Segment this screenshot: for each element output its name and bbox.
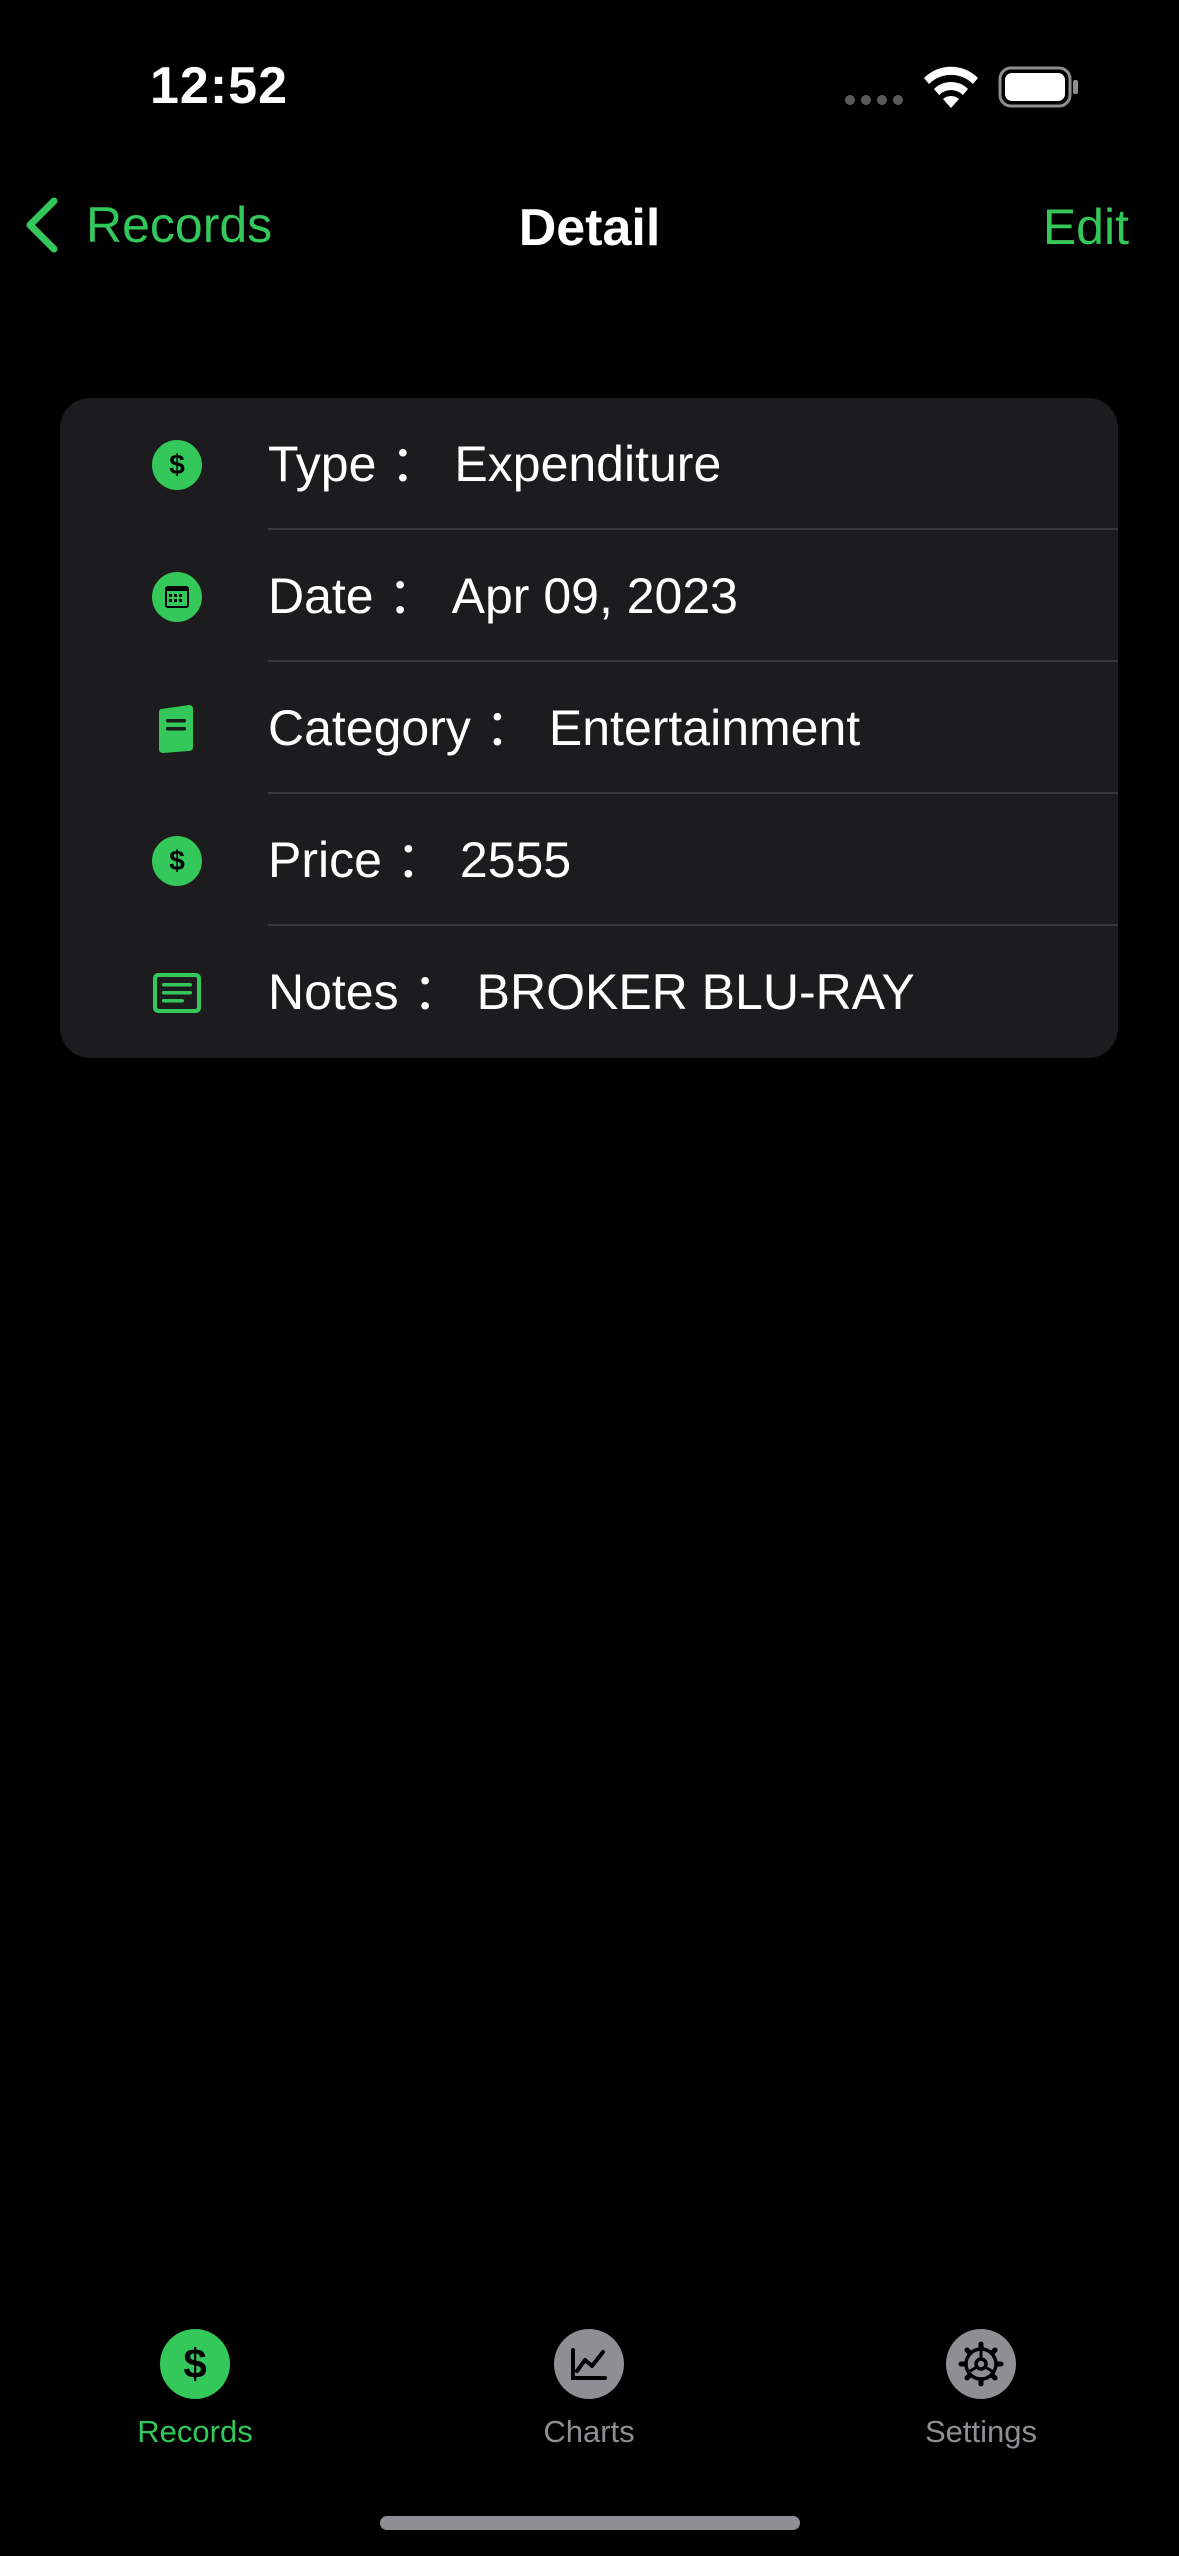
detail-value-date: Apr 09, 2023: [451, 568, 738, 624]
tab-settings[interactable]: Settings: [861, 2328, 1101, 2450]
tab-settings-label: Settings: [924, 2414, 1037, 2449]
home-indicator[interactable]: [380, 2516, 800, 2530]
navigation-bar: Records Detail Edit: [0, 170, 1179, 285]
tab-records[interactable]: $ Records: [75, 2328, 315, 2450]
detail-row-notes: Notes： BROKER BLU-RAY: [60, 926, 1118, 1058]
detail-label-date: Date: [268, 568, 374, 624]
detail-row-price: $ Price： 2555: [60, 794, 1118, 926]
page-title: Detail: [518, 199, 661, 257]
tab-charts-label: Charts: [543, 2414, 635, 2449]
detail-separator: ：: [387, 568, 438, 624]
detail-row-date: Date： Apr 09, 2023: [60, 530, 1118, 662]
calendar-circle-icon: [152, 572, 202, 622]
gear-circle-icon: [946, 2329, 1016, 2399]
tab-records-label: Records: [137, 2414, 253, 2449]
detail-separator: ：: [484, 700, 535, 756]
cellular-signal-icon: [845, 95, 903, 105]
svg-text:$: $: [169, 449, 185, 480]
tab-bar: $ Records Charts Settings: [0, 2300, 1179, 2556]
detail-value-category: Entertainment: [548, 700, 861, 756]
detail-label-price: Price: [268, 832, 382, 888]
tab-charts[interactable]: Charts: [469, 2328, 709, 2450]
chart-circle-icon: [554, 2329, 624, 2399]
dollar-circle-icon: $: [152, 440, 202, 490]
detail-separator: ：: [395, 832, 446, 888]
detail-label-type: Type: [268, 436, 377, 492]
svg-text:$: $: [183, 2340, 206, 2387]
status-bar: 12:52: [0, 0, 1179, 170]
battery-icon: [998, 66, 1078, 108]
detail-card: $ Type： Expenditure Date： Apr 09, 2023 C…: [60, 398, 1118, 1058]
status-time: 12:52: [150, 57, 288, 115]
svg-text:$: $: [169, 845, 185, 876]
detail-row-category: Category： Entertainment: [60, 662, 1118, 794]
detail-row-type: $ Type： Expenditure: [60, 398, 1118, 530]
detail-separator: ：: [390, 436, 441, 492]
detail-label-category: Category: [268, 700, 471, 756]
detail-value-notes: BROKER BLU-RAY: [476, 964, 915, 1020]
wifi-icon: [924, 66, 978, 108]
dollar-circle-icon: $: [152, 836, 202, 886]
note-icon: [153, 973, 201, 1013]
detail-value-price: 2555: [459, 832, 572, 888]
edit-button[interactable]: Edit: [1043, 198, 1129, 256]
detail-separator: ：: [412, 964, 463, 1020]
document-icon: [159, 705, 193, 753]
detail-value-type: Expenditure: [454, 436, 722, 492]
detail-label-notes: Notes: [268, 964, 399, 1020]
dollar-circle-icon: $: [160, 2329, 230, 2399]
